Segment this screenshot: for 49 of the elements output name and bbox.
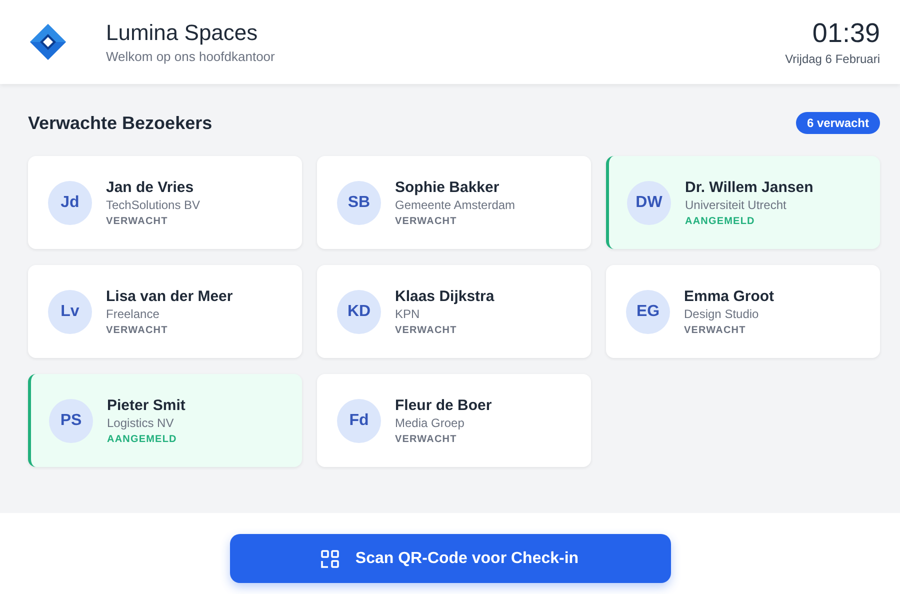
avatar-initials: KD <box>337 290 381 334</box>
avatar-initials: EG <box>626 290 670 334</box>
visitor-card[interactable]: PS Pieter Smit Logistics NV AANGEMELD <box>28 374 302 467</box>
clock-date: Vrijdag 6 Februari <box>785 52 880 66</box>
scan-button[interactable]: Scan QR-Code voor Check-in <box>230 534 670 583</box>
visitor-company: Design Studio <box>684 306 760 320</box>
visitor-status: VERWACHT <box>106 324 169 336</box>
visitor-company: Gemeente Amsterdam <box>395 198 516 212</box>
visitor-name: Jan de Vries <box>106 178 195 196</box>
visitor-company: Media Groep <box>395 416 466 430</box>
visitor-status: VERWACHT <box>395 434 458 444</box>
visitor-card[interactable]: Fd Fleur de Boer Media Groep VERWACHT <box>317 374 591 467</box>
app-title: Lumina Spaces <box>106 20 259 46</box>
visitor-name: Pieter Smit <box>107 396 186 414</box>
visitor-name: Emma Groot <box>684 288 774 304</box>
visitor-card[interactable]: Jd Jan de Vries TechSolutions BV VERWACHT <box>28 156 302 249</box>
qr-code-icon <box>321 550 340 568</box>
visitor-name: Fleur de Boer <box>395 396 492 414</box>
visitor-card[interactable]: KD Klaas Dijkstra KPN VERWACHT <box>317 265 591 358</box>
visitor-status: VERWACHT <box>684 324 747 336</box>
count-badge: 6 verwacht <box>796 112 880 134</box>
visitor-status: VERWACHT <box>395 216 458 226</box>
visitor-company: KPN <box>395 306 421 320</box>
visitor-card[interactable]: SB Sophie Bakker Gemeente Amsterdam VERWACHT <box>317 156 591 249</box>
visitor-status: AANGEMELD <box>107 434 178 444</box>
visitor-name: Klaas Dijkstra <box>395 288 494 304</box>
app-subtitle: Welkom op ons hoofdkantoor <box>106 49 275 64</box>
visitor-company: Freelance <box>106 306 160 320</box>
visitor-company: Universiteit Utrecht <box>685 198 788 212</box>
section-title: Verwachte Bezoekers <box>28 112 212 134</box>
visitor-status: AANGEMELD <box>685 216 756 226</box>
avatar-initials: Lv <box>48 290 92 334</box>
visitor-card[interactable]: DW Dr. Willem Jansen Universiteit Utrecht AANGEMELD <box>606 156 880 249</box>
visitor-company: Logistics NV <box>107 416 175 430</box>
visitor-name: Dr. Willem Jansen <box>685 178 814 196</box>
avatar-initials: DW <box>627 180 671 224</box>
avatar-initials: PS <box>49 398 93 442</box>
clock-time: 01:39 <box>812 18 880 49</box>
visitor-status: VERWACHT <box>106 216 169 226</box>
visitor-card[interactable]: Lv Lisa van der Meer Freelance VERWACHT <box>28 265 302 358</box>
visitor-status: VERWACHT <box>395 324 458 336</box>
avatar-initials: SB <box>337 180 381 224</box>
visitor-card[interactable]: EG Emma Groot Design Studio VERWACHT <box>606 265 880 358</box>
avatar-initials: Jd <box>48 180 92 224</box>
visitor-company: TechSolutions BV <box>106 198 200 212</box>
avatar-initials: Fd <box>337 398 381 442</box>
visitor-name: Sophie Bakker <box>395 178 500 196</box>
logo-icon <box>28 22 68 62</box>
visitor-name: Lisa van der Meer <box>106 288 233 304</box>
